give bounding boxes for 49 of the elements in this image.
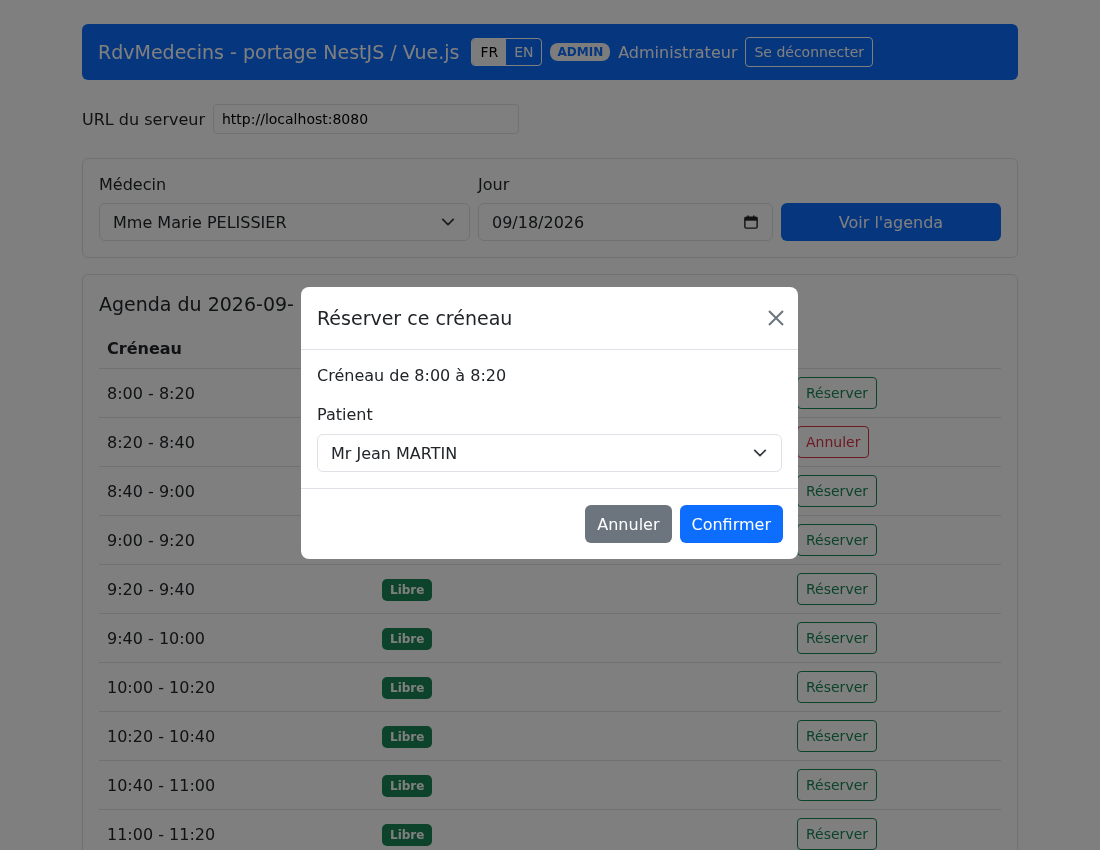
agenda-title: Agenda du 2026-09- bbox=[99, 293, 295, 315]
role-badge: ADMIN bbox=[550, 43, 611, 61]
calendar-icon[interactable] bbox=[744, 215, 758, 229]
language-button[interactable]: EN bbox=[506, 39, 542, 65]
status-badge: Libre bbox=[382, 824, 433, 846]
reserve-button[interactable]: Réserver bbox=[797, 622, 878, 654]
time-cell-text: 9:20 - 9:40 bbox=[107, 579, 196, 599]
doctor-label: Médecin bbox=[99, 175, 168, 194]
app-title: RdvMedecins - portage NestJS / Vue.js bbox=[98, 41, 460, 63]
status-badge: Libre bbox=[382, 775, 433, 797]
time-cell-text: 10:20 - 10:40 bbox=[107, 726, 217, 746]
time-cell-text: 8:00 - 8:20 bbox=[107, 383, 196, 403]
time-cell-text: 11:00 - 11:20 bbox=[107, 824, 217, 844]
reserve-button[interactable]: Réserver bbox=[797, 720, 878, 752]
time-cell-text: 9:00 - 9:20 bbox=[107, 530, 196, 550]
patient-label: Patient bbox=[317, 405, 374, 424]
time-cell-text: 8:40 - 9:00 bbox=[107, 481, 196, 501]
slot-description: Créneau de 8:00 à 8:20 bbox=[317, 366, 508, 385]
view-agenda-button[interactable]: Voir l'agenda bbox=[781, 203, 1001, 241]
reserve-button[interactable]: Réserver bbox=[797, 818, 878, 850]
time-cell-text: 8:20 - 8:40 bbox=[107, 432, 196, 452]
cancel-button[interactable]: Annuler bbox=[585, 505, 672, 543]
reserve-button[interactable]: Réserver bbox=[797, 769, 878, 801]
close-icon[interactable] bbox=[768, 310, 784, 326]
user-name: Administrateur bbox=[618, 42, 738, 62]
patient-select[interactable]: Mr Jean MARTIN bbox=[317, 434, 782, 472]
status-badge: Libre bbox=[382, 628, 433, 650]
status-badge: Libre bbox=[382, 726, 433, 748]
time-cell-text: 9:40 - 10:00 bbox=[107, 628, 206, 648]
date-field[interactable]: 09/18/2026 bbox=[478, 203, 773, 241]
time-cell-text: 10:40 - 11:00 bbox=[107, 775, 217, 795]
doctor-select[interactable]: Mme Marie PELISSIER bbox=[99, 203, 470, 241]
dialog-title: Réserver ce créneau bbox=[317, 307, 513, 329]
time-cell-text: 10:00 - 10:20 bbox=[107, 677, 217, 697]
reserve-button[interactable]: Réserver bbox=[797, 475, 878, 507]
reserve-button[interactable]: Réserver bbox=[797, 377, 878, 409]
language-button[interactable]: FR bbox=[472, 39, 507, 65]
cancel-button[interactable]: Annuler bbox=[797, 426, 870, 458]
status-badge: Libre bbox=[382, 579, 433, 601]
reserve-button[interactable]: Réserver bbox=[797, 524, 878, 556]
server-url-field[interactable]: http://localhost:8080 bbox=[213, 104, 519, 134]
reserve-button[interactable]: Réserver bbox=[797, 573, 878, 605]
logout-button[interactable]: Se déconnecter bbox=[745, 37, 874, 67]
server-url-label: URL du serveur bbox=[82, 109, 205, 129]
status-badge: Libre bbox=[382, 677, 433, 699]
column-header: Créneau bbox=[107, 338, 183, 358]
confirm-button[interactable]: Confirmer bbox=[679, 505, 783, 543]
reserve-button[interactable]: Réserver bbox=[797, 671, 878, 703]
day-label: Jour bbox=[478, 175, 511, 194]
